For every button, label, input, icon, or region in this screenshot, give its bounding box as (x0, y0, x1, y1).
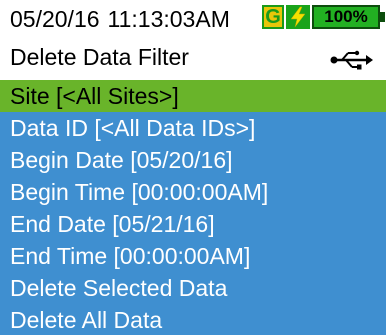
gps-status-icon: G (262, 5, 284, 29)
title-row: Delete Data Filter (0, 40, 386, 76)
device-screen: 05/20/16 11:13:03AM G 100% Delete Data Fi… (0, 0, 386, 335)
lightning-bolt-icon (286, 5, 310, 29)
battery-tip (380, 12, 385, 22)
menu-item-begin-date[interactable]: Begin Date [05/20/16] (0, 144, 386, 176)
datetime: 05/20/16 11:13:03AM (10, 6, 230, 33)
delete-selected-data-button[interactable]: Delete Selected Data (0, 272, 386, 304)
status-bar: 05/20/16 11:13:03AM G 100% (0, 0, 386, 37)
status-date: 05/20/16 (10, 6, 100, 32)
delete-all-data-button[interactable]: Delete All Data (0, 304, 386, 336)
menu-item-end-time[interactable]: End Time [00:00:00AM] (0, 240, 386, 272)
page-title: Delete Data Filter (10, 44, 189, 70)
menu-item-site[interactable]: Site [<All Sites>] (0, 80, 386, 112)
delete-filter-menu: Site [<All Sites>] Data ID [<All Data ID… (0, 80, 386, 335)
usb-icon (330, 50, 374, 75)
status-time: 11:13:03AM (107, 6, 230, 32)
menu-item-data-id[interactable]: Data ID [<All Data IDs>] (0, 112, 386, 144)
menu-item-begin-time[interactable]: Begin Time [00:00:00AM] (0, 176, 386, 208)
battery-icon: 100% (312, 5, 380, 29)
menu-item-end-date[interactable]: End Date [05/21/16] (0, 208, 386, 240)
